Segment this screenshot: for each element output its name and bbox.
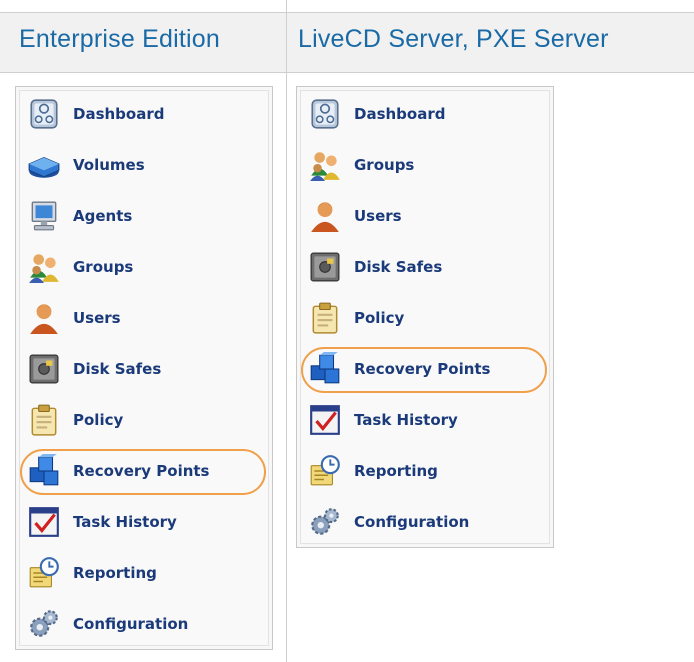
livecd-nav-menu: Dashboard Groups Users Disk Safes Policy Reco…: [296, 86, 554, 548]
nav-item-task-history[interactable]: Task History: [303, 395, 458, 445]
nav-item-label: Reporting: [73, 564, 157, 582]
reporting-icon: [303, 449, 347, 493]
volumes-icon: [22, 143, 66, 187]
configuration-icon: [303, 500, 347, 544]
task-history-icon: [22, 500, 66, 544]
nav-item-label: Users: [73, 309, 121, 327]
nav-item-label: Task History: [73, 513, 177, 531]
nav-item-label: Disk Safes: [354, 258, 443, 276]
agents-icon: [22, 194, 66, 238]
disk-safes-icon: [303, 245, 347, 289]
nav-item-label: Configuration: [73, 615, 189, 633]
nav-item-groups[interactable]: Groups: [22, 242, 133, 292]
nav-item-label: Configuration: [354, 513, 470, 531]
column-title-enterprise: Enterprise Edition: [19, 25, 220, 53]
nav-item-label: Agents: [73, 207, 133, 225]
nav-item-label: Users: [354, 207, 402, 225]
policy-icon: [303, 296, 347, 340]
groups-icon: [22, 245, 66, 289]
reporting-icon: [22, 551, 66, 595]
nav-item-label: Groups: [73, 258, 134, 276]
nav-item-label: Dashboard: [73, 105, 165, 123]
disk-safes-icon: [22, 347, 66, 391]
nav-item-disk-safes[interactable]: Disk Safes: [303, 242, 442, 292]
users-icon: [303, 194, 347, 238]
dashboard-icon: [303, 92, 347, 136]
nav-item-dashboard[interactable]: Dashboard: [303, 89, 445, 139]
configuration-icon: [22, 602, 66, 646]
nav-item-label: Task History: [354, 411, 458, 429]
dashboard-icon: [22, 92, 66, 136]
nav-item-volumes[interactable]: Volumes: [22, 140, 145, 190]
nav-item-label: Reporting: [354, 462, 438, 480]
nav-item-label: Policy: [354, 309, 405, 327]
groups-icon: [303, 143, 347, 187]
comparison-table: Enterprise Edition LiveCD Server, PXE Se…: [0, 0, 694, 662]
nav-item-users[interactable]: Users: [22, 293, 121, 343]
nav-item-configuration[interactable]: Configuration: [303, 497, 469, 547]
nav-item-configuration[interactable]: Configuration: [22, 599, 188, 649]
nav-item-agents[interactable]: Agents: [22, 191, 132, 241]
nav-item-groups[interactable]: Groups: [303, 140, 414, 190]
highlight-circle: [20, 449, 266, 495]
nav-item-label: Dashboard: [354, 105, 446, 123]
nav-item-task-history[interactable]: Task History: [22, 497, 177, 547]
nav-item-policy[interactable]: Policy: [22, 395, 123, 445]
nav-item-dashboard[interactable]: Dashboard: [22, 89, 164, 139]
nav-item-users[interactable]: Users: [303, 191, 402, 241]
nav-item-reporting[interactable]: Reporting: [303, 446, 438, 496]
header-divider: [0, 72, 694, 73]
nav-item-label: Volumes: [73, 156, 145, 174]
enterprise-nav-menu: Dashboard Volumes Agents Groups Users Disk Sa…: [15, 86, 273, 650]
table-top-border: [0, 12, 694, 13]
nav-item-label: Groups: [354, 156, 415, 174]
column-divider: [286, 0, 287, 662]
nav-item-label: Disk Safes: [73, 360, 162, 378]
nav-item-policy[interactable]: Policy: [303, 293, 404, 343]
users-icon: [22, 296, 66, 340]
column-title-livecd: LiveCD Server, PXE Server: [298, 25, 609, 53]
nav-item-label: Policy: [73, 411, 124, 429]
policy-icon: [22, 398, 66, 442]
task-history-icon: [303, 398, 347, 442]
highlight-circle: [301, 347, 547, 393]
nav-item-disk-safes[interactable]: Disk Safes: [22, 344, 161, 394]
nav-item-reporting[interactable]: Reporting: [22, 548, 157, 598]
